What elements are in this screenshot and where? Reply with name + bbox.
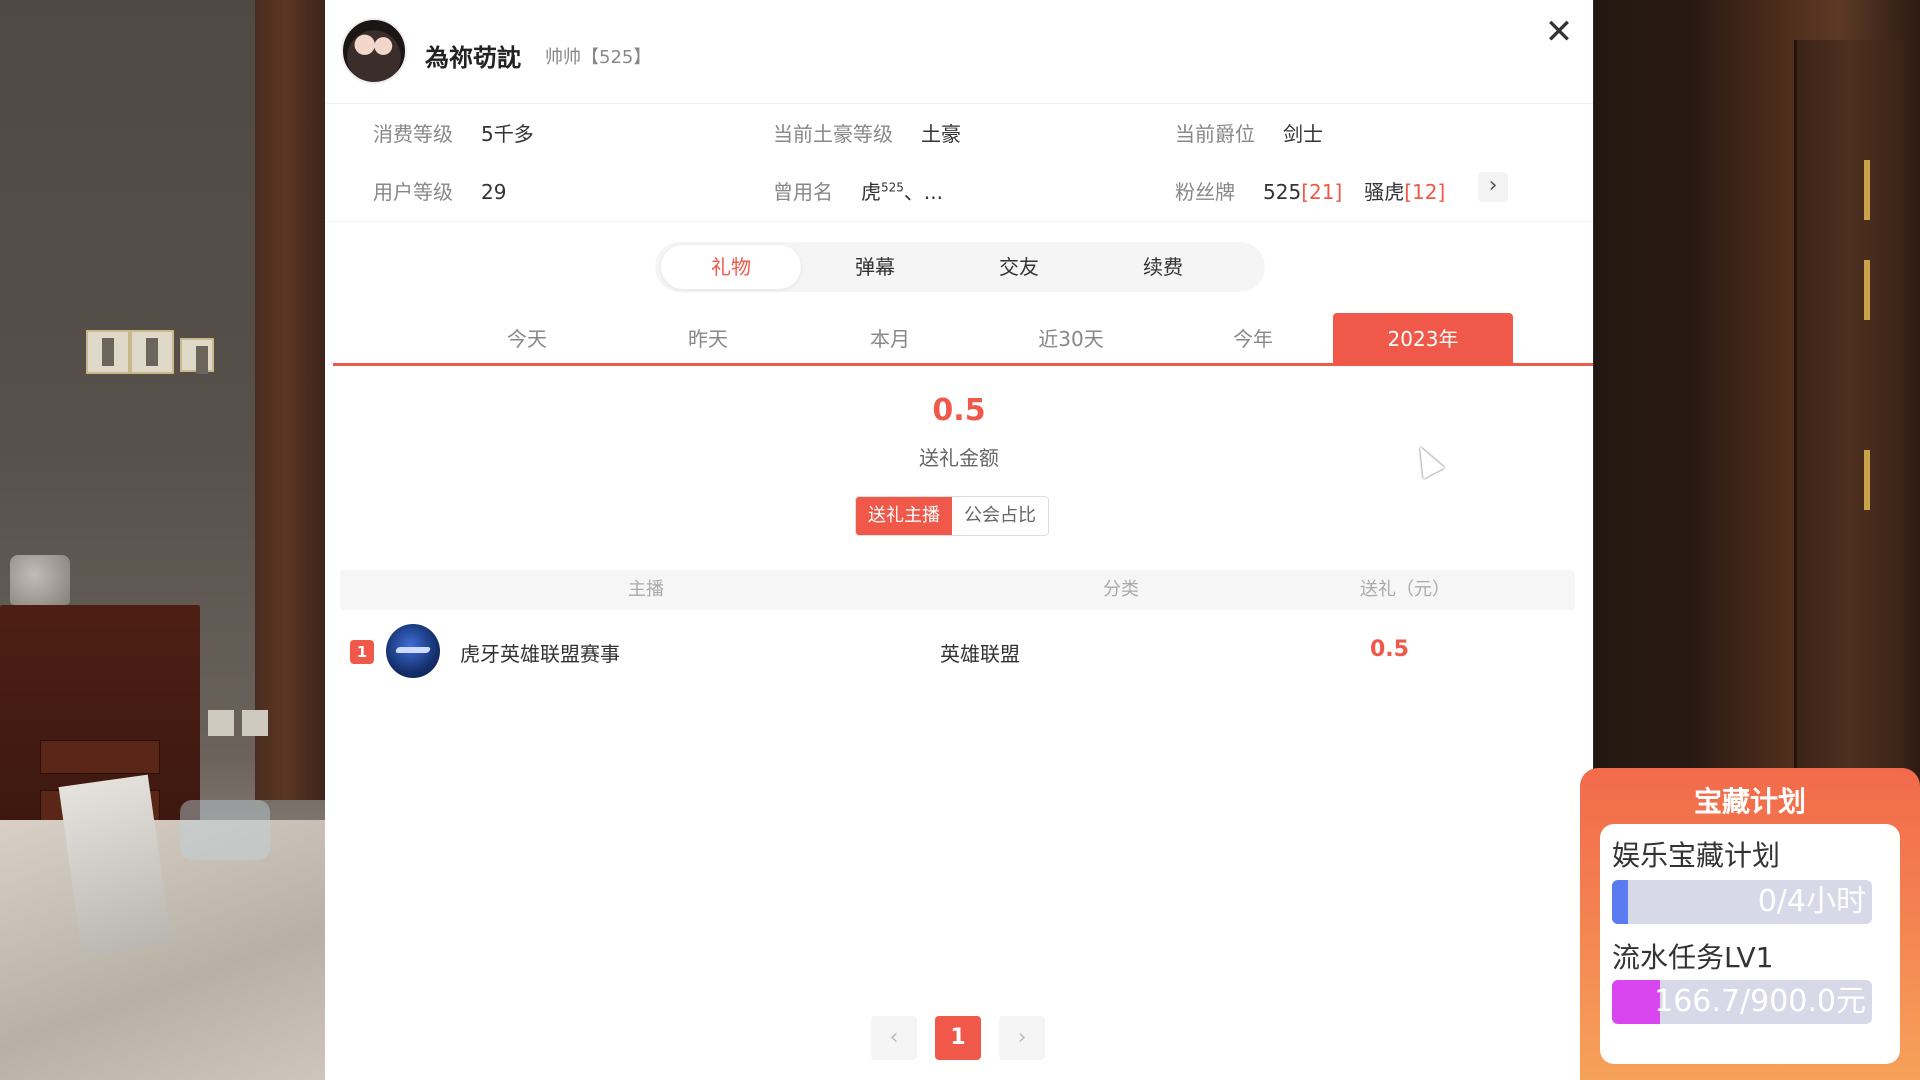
task-2-progress-fill bbox=[1612, 980, 1661, 1024]
gift-amount: 0.5 bbox=[932, 393, 986, 428]
period-tabs: 今天 昨天 本月 近30天 今年 2023年 bbox=[333, 312, 1593, 366]
next-page-button[interactable]: › bbox=[999, 1016, 1045, 1060]
former-name-text: 虎 bbox=[861, 180, 881, 204]
room-left-view bbox=[0, 0, 330, 1080]
user-nickname: 為祢苆訦 bbox=[425, 44, 521, 72]
fan-badges: 粉丝牌 525[21] 骚虎[12] bbox=[1175, 176, 1445, 205]
user-info-panel: 為祢苆訦 帅帅【525】 ✕ 消费等级 5千多 当前土豪等级 土豪 当前爵位 剑士 用… bbox=[325, 0, 1593, 1080]
task-2-progress-text: 166.7/900.0元 bbox=[1654, 984, 1866, 1019]
table-header: 主播 分类 送礼（元） bbox=[340, 570, 1575, 610]
toggle-guild-share[interactable]: 公会占比 bbox=[952, 497, 1048, 535]
period-2023[interactable]: 2023年 bbox=[1333, 313, 1513, 365]
former-name-sup: 525 bbox=[881, 180, 904, 195]
kettle bbox=[10, 555, 70, 605]
fan-badge-label: 粉丝牌 bbox=[1175, 180, 1235, 204]
page-1-button[interactable]: 1 bbox=[935, 1016, 981, 1060]
door-hinge bbox=[1864, 450, 1870, 510]
column-streamer: 主播 bbox=[628, 579, 664, 600]
period-this-month[interactable]: 本月 bbox=[800, 312, 980, 366]
noble-rank-value: 剑士 bbox=[1283, 122, 1323, 146]
fan-badge-1[interactable]: 525[21] bbox=[1263, 180, 1342, 204]
fan-badge-1-name: 525 bbox=[1263, 180, 1302, 204]
task-2-label: 流水任务LV1 bbox=[1612, 941, 1774, 974]
task-1-label: 娱乐宝藏计划 bbox=[1612, 839, 1781, 872]
close-icon[interactable]: ✕ bbox=[1541, 14, 1577, 50]
drawer bbox=[40, 740, 160, 774]
former-name-value: 虎525、... bbox=[861, 176, 943, 205]
former-name-label: 曾用名 bbox=[773, 180, 833, 204]
wall-socket bbox=[242, 710, 268, 736]
user-level-value: 29 bbox=[481, 180, 507, 204]
task-1-progress-bar: 0/4小时 bbox=[1612, 880, 1872, 924]
period-30-days[interactable]: 近30天 bbox=[981, 312, 1161, 366]
former-name: 曾用名 虎525、... bbox=[773, 176, 943, 205]
streamer-name[interactable]: 虎牙英雄联盟赛事 bbox=[460, 638, 620, 667]
treasure-title: 宝藏计划 bbox=[1693, 785, 1806, 818]
wall-switch bbox=[180, 338, 214, 374]
rank-badge: 1 bbox=[350, 640, 374, 664]
spend-level-value: 5千多 bbox=[481, 122, 534, 146]
gift-amount-label: 送礼金额 bbox=[919, 446, 999, 470]
treasure-card: 娱乐宝藏计划 0/4小时 流水任务LV1 166.7/900.0元 bbox=[1600, 824, 1900, 1064]
prev-page-button[interactable]: ‹ bbox=[871, 1016, 917, 1060]
wall-switch bbox=[130, 330, 174, 374]
period-this-year[interactable]: 今年 bbox=[1163, 312, 1343, 366]
period-today[interactable]: 今天 bbox=[437, 312, 617, 366]
tab-friends[interactable]: 交友 bbox=[949, 245, 1089, 289]
avatar[interactable] bbox=[341, 18, 407, 84]
door-frame bbox=[255, 0, 330, 800]
task-2-progress-bar: 166.7/900.0元 bbox=[1612, 980, 1872, 1024]
user-level: 用户等级 29 bbox=[373, 176, 506, 205]
water-jug bbox=[180, 800, 270, 860]
spend-level: 消费等级 5千多 bbox=[373, 118, 534, 147]
wooden-door bbox=[1794, 40, 1904, 770]
user-tagline: 帅帅【525】 bbox=[545, 47, 652, 68]
streamer-category: 英雄联盟 bbox=[940, 642, 1020, 666]
noble-rank-label: 当前爵位 bbox=[1175, 122, 1255, 146]
noble-rank: 当前爵位 剑士 bbox=[1175, 118, 1323, 147]
panel-header: 為祢苆訦 帅帅【525】 ✕ bbox=[325, 0, 1593, 104]
tuhao-level: 当前土豪等级 土豪 bbox=[773, 118, 961, 147]
door-hinge bbox=[1864, 160, 1870, 220]
task-1-progress-text: 0/4小时 bbox=[1757, 884, 1866, 919]
streamer-logo[interactable] bbox=[386, 624, 440, 678]
fan-badge-2[interactable]: 骚虎[12] bbox=[1364, 176, 1445, 205]
view-toggle: 送礼主播 公会占比 bbox=[855, 496, 1049, 536]
wall-socket bbox=[208, 710, 234, 736]
wall-switch bbox=[86, 330, 130, 374]
tuhao-level-value: 土豪 bbox=[921, 122, 961, 146]
fan-badge-2-level: [12] bbox=[1404, 180, 1446, 204]
floor bbox=[0, 820, 330, 1080]
column-gift: 送礼（元） bbox=[1360, 579, 1450, 600]
user-stats: 消费等级 5千多 当前土豪等级 土豪 当前爵位 剑士 用户等级 29 曾用名 虎525、.… bbox=[325, 104, 1593, 222]
former-name-more: 、... bbox=[903, 180, 943, 204]
fan-badge-2-name: 骚虎 bbox=[1364, 180, 1405, 204]
column-category: 分类 bbox=[1103, 579, 1139, 600]
spend-level-label: 消费等级 bbox=[373, 122, 453, 146]
treasure-plan-widget[interactable]: 宝藏计划 娱乐宝藏计划 0/4小时 流水任务LV1 166.7/900.0元 bbox=[1580, 768, 1920, 1080]
tuhao-level-label: 当前土豪等级 bbox=[773, 122, 893, 146]
user-level-label: 用户等级 bbox=[373, 180, 453, 204]
task-1-progress-fill bbox=[1612, 880, 1628, 924]
tab-renewal[interactable]: 续费 bbox=[1093, 245, 1233, 289]
toggle-gift-streamers[interactable]: 送礼主播 bbox=[856, 497, 952, 535]
table-row[interactable]: 1 虎牙英雄联盟赛事 英雄联盟 0.5 bbox=[340, 622, 1575, 682]
category-tabs: 礼物 弹幕 交友 续费 bbox=[655, 242, 1265, 292]
tab-danmu[interactable]: 弹幕 bbox=[805, 245, 945, 289]
door-hinge bbox=[1864, 260, 1870, 320]
period-yesterday[interactable]: 昨天 bbox=[618, 312, 798, 366]
chevron-right-icon[interactable]: › bbox=[1478, 172, 1508, 202]
tab-gift[interactable]: 礼物 bbox=[661, 245, 801, 289]
fan-badge-1-level: [21] bbox=[1301, 180, 1343, 204]
gift-value: 0.5 bbox=[1370, 637, 1409, 662]
